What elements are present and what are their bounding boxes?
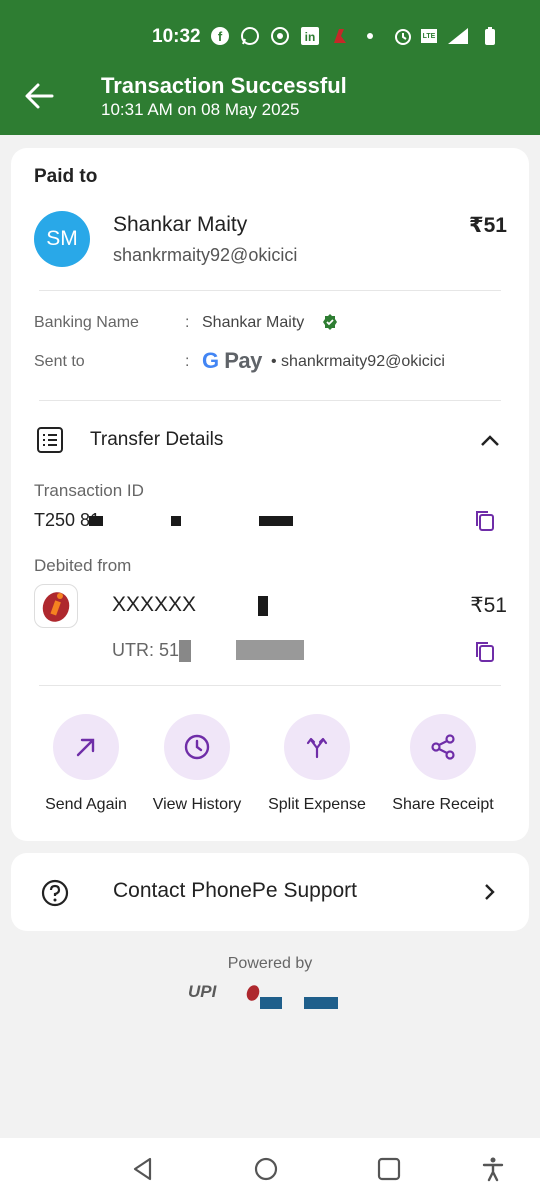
nav-home-icon[interactable] [253,1156,279,1182]
divider [39,290,501,291]
banking-name-label: Banking Name [34,314,139,331]
share-receipt-button[interactable]: Share Receipt [383,714,503,814]
avatar: SM [34,211,90,267]
page-title: Transaction Successful [101,73,347,98]
share-receipt-circle[interactable] [410,714,476,780]
send-again-circle[interactable] [53,714,119,780]
utr-number: UTR: 51 [112,640,180,660]
copy-icon[interactable] [474,640,496,664]
transfer-details-title[interactable]: Transfer Details [90,429,223,451]
transaction-timestamp: 10:31 AM on 08 May 2025 [101,100,300,119]
share-receipt-label: Share Receipt [392,796,494,813]
divider [39,685,501,686]
gpay-logo: G Pay [202,348,262,373]
battery-icon [480,26,500,46]
payee-name: Shankar Maity [113,213,248,236]
split-expense-label: Split Expense [268,796,366,813]
redaction [304,997,338,1009]
contact-support-row[interactable]: Contact PhonePe Support [11,853,529,931]
upi-logo: UPI [188,982,217,1001]
divider [39,400,501,401]
debited-amount: ₹51 [470,594,507,617]
contact-support-label: Contact PhonePe Support [113,879,358,902]
facebook-icon: f [210,26,230,46]
send-again-label: Send Again [45,796,127,813]
whatsapp-business-icon [270,26,290,46]
send-arrow-icon [76,738,95,757]
split-expense-circle[interactable] [284,714,350,780]
copy-icon[interactable] [474,509,496,533]
nav-back-icon[interactable] [130,1156,156,1182]
redaction [260,997,282,1009]
debited-from-label: Debited from [34,556,132,575]
banking-name-value: Shankar Maity [202,314,305,331]
accessibility-icon[interactable] [480,1156,506,1182]
account-number-masked: XXXXXX [112,593,197,616]
svg-text:f: f [218,29,223,44]
svg-text:in: in [305,30,316,44]
share-icon [431,734,455,760]
app-notification-icon [330,26,350,46]
view-history-circle[interactable] [164,714,230,780]
transaction-card: Paid to SM Shankar Maity shankrmaity92@o… [11,148,529,841]
nav-recents-icon[interactable] [376,1156,402,1182]
view-history-button[interactable]: View History [137,714,257,814]
split-icon [306,737,328,759]
split-expense-button[interactable]: Split Expense [257,714,377,814]
redaction [236,640,304,660]
back-arrow-icon[interactable] [22,80,58,112]
bank-logo-icon [34,584,78,628]
dot-icon [360,26,380,46]
svg-text:LTE: LTE [423,33,436,40]
status-bar: 10:32 f in LTE [0,0,540,72]
chevron-right-icon [479,882,499,902]
linkedin-icon: in [300,26,320,46]
redaction [258,596,268,616]
clock-icon [184,734,210,760]
verified-badge-icon [322,314,338,330]
list-icon [37,427,63,453]
transaction-id-label: Transaction ID [34,481,144,500]
status-time: 10:32 [152,26,201,47]
alarm-icon [393,26,413,46]
paid-amount: ₹51 [469,214,507,237]
paid-to-heading: Paid to [34,166,98,187]
colon: : [185,314,190,331]
redaction [259,516,293,526]
view-history-label: View History [152,796,242,813]
send-again-button[interactable]: Send Again [26,714,146,814]
signal-icon: LTE [420,26,470,46]
sent-to-label: Sent to [34,353,85,370]
help-icon [41,879,69,907]
system-nav-bar [0,1138,540,1200]
whatsapp-icon [240,26,260,46]
redaction [89,516,103,526]
chevron-up-icon[interactable] [479,430,501,452]
powered-by-label: Powered by [227,955,313,972]
header-bar: 10:32 f in LTE Transaction Successful 10… [0,0,540,135]
colon: : [185,353,190,370]
payee-vpa: shankrmaity92@okicici [113,245,298,265]
redaction [179,640,191,662]
sent-to-vpa: • shankrmaity92@okicici [271,353,445,370]
redaction [171,516,181,526]
